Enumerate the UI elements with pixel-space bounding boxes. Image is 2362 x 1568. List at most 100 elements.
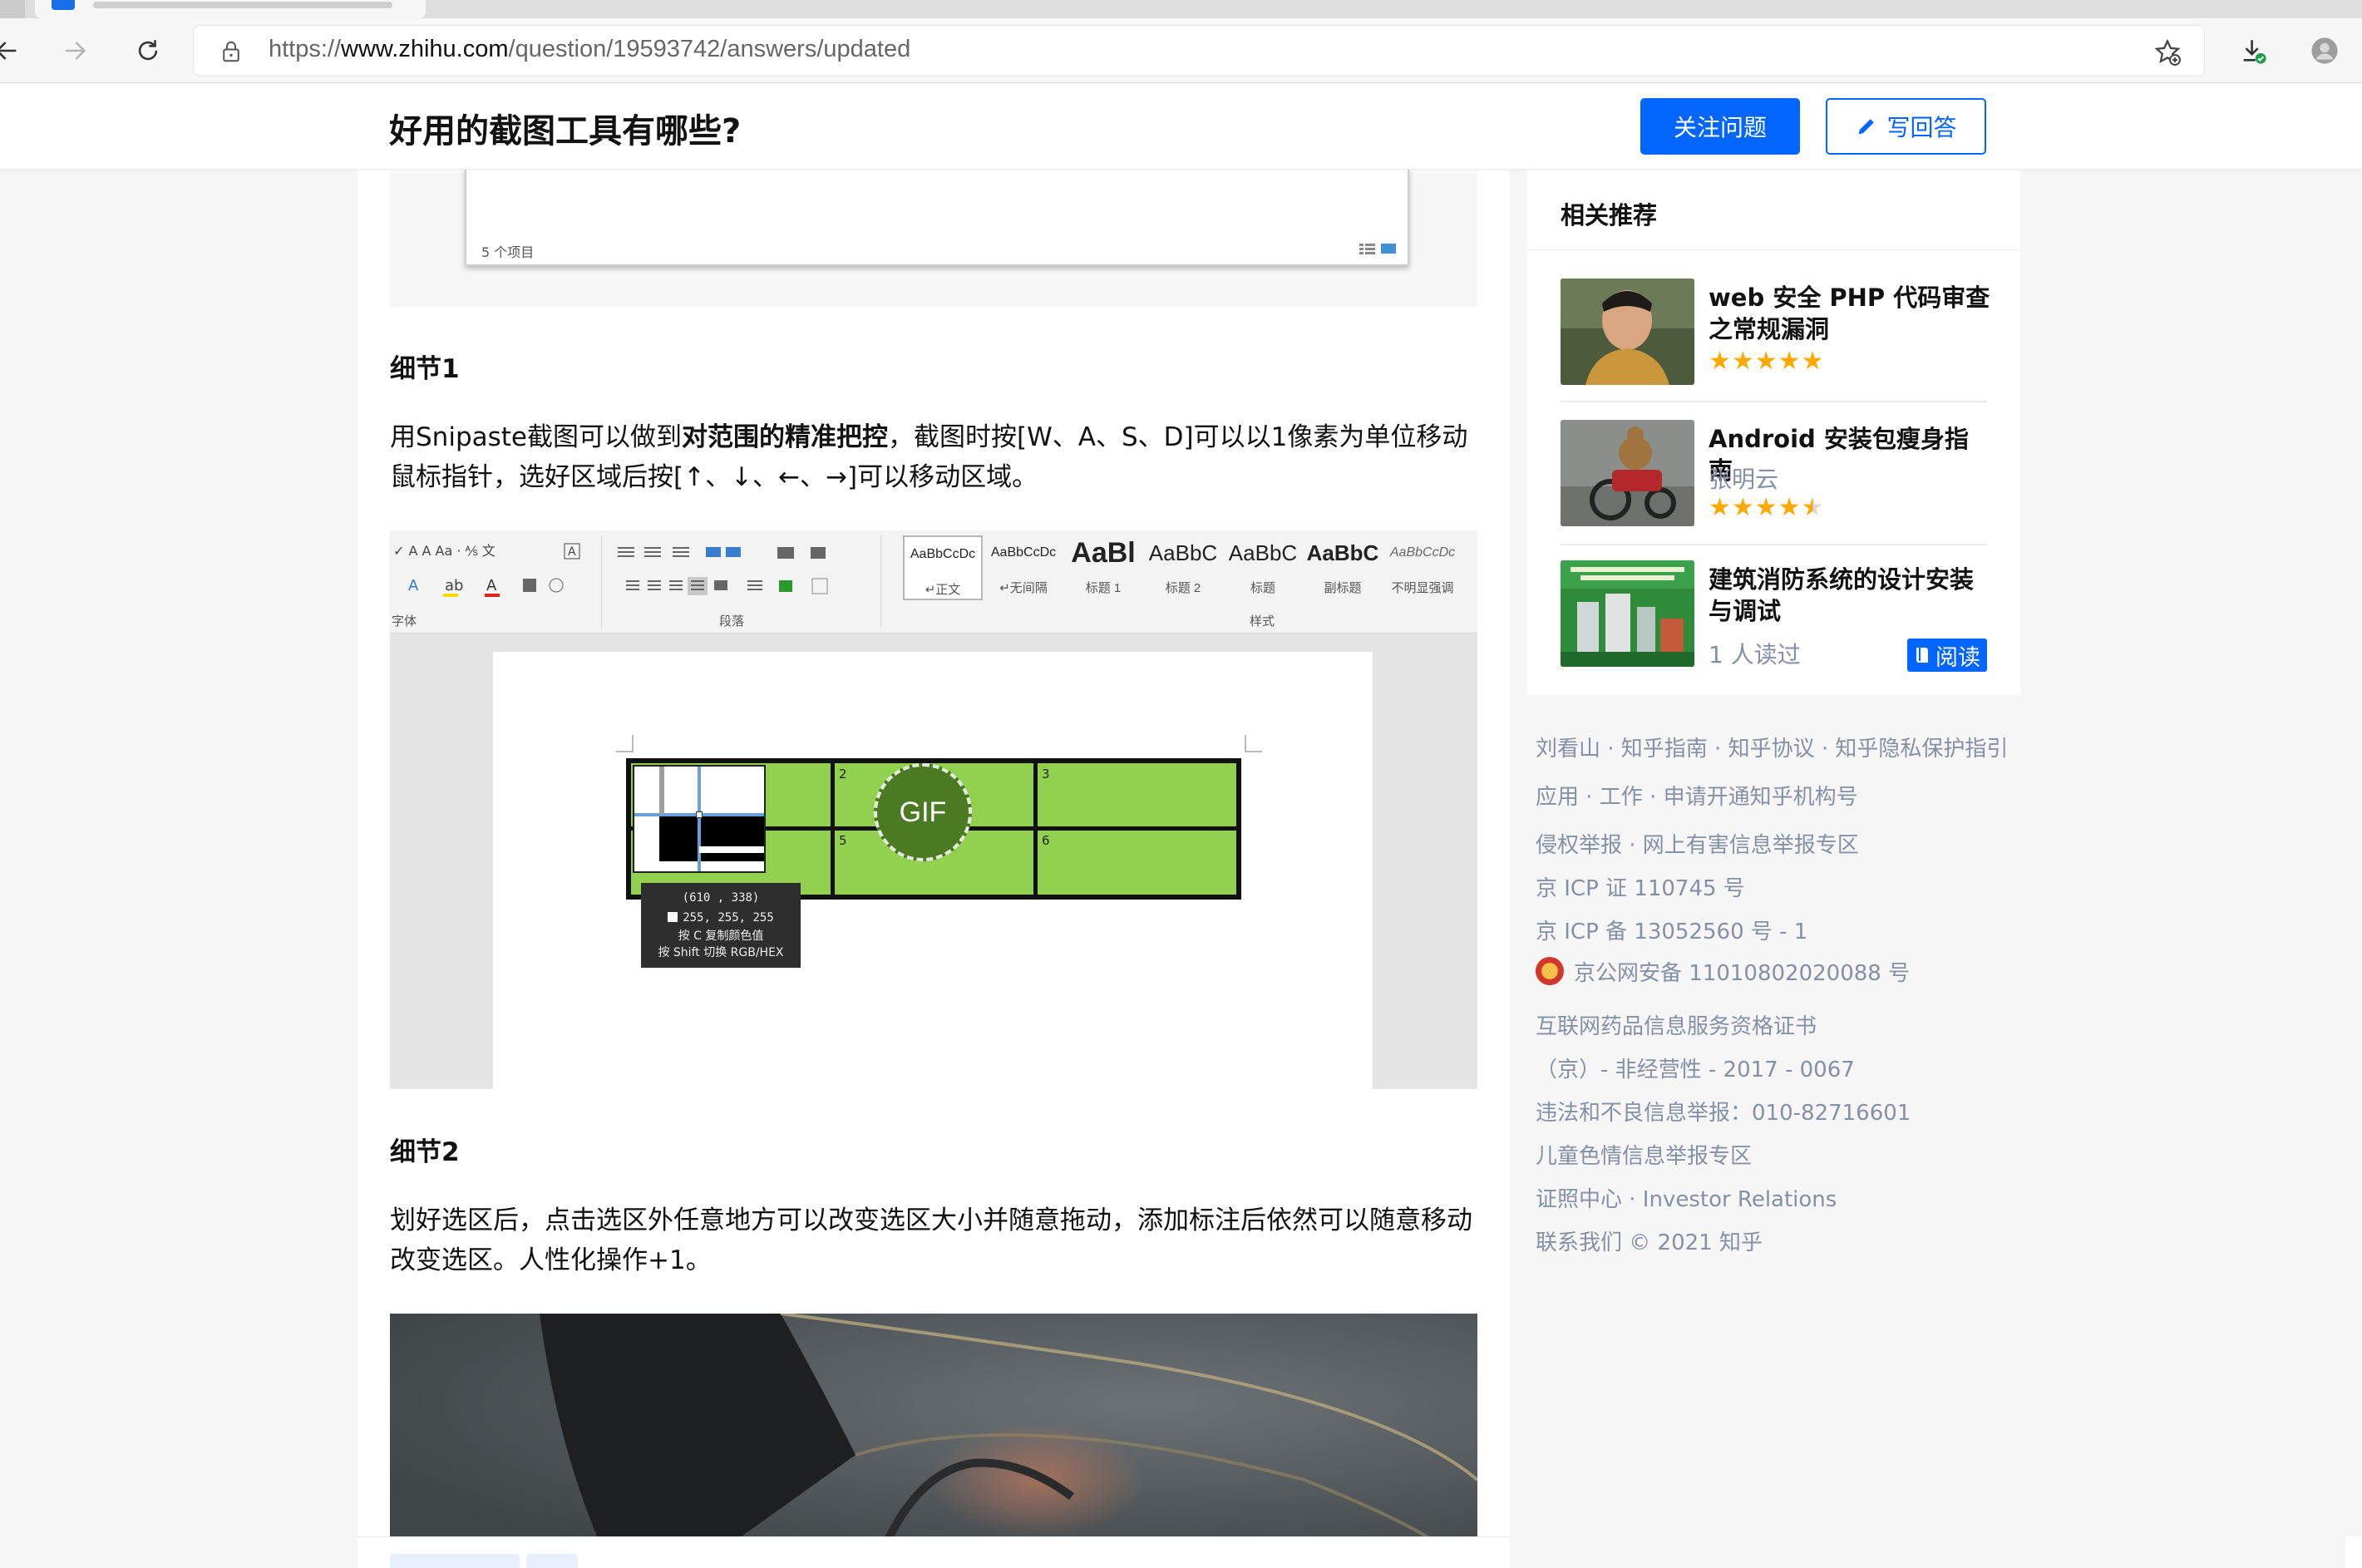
explorer-screenshot[interactable]: 5 个项目: [390, 170, 1477, 308]
margin-corner-mark: [1245, 735, 1262, 752]
scrollbar-corner: [2345, 1536, 2362, 1568]
font-tools-icon: ✓ A A Aa · ⅍ 文 A A ab A: [393, 543, 580, 597]
answer-action-bar: [358, 1536, 1510, 1568]
cursor-coords: (610 , 338): [682, 891, 760, 905]
item-divider: [1561, 544, 1987, 545]
section1-paragraph: 用Snipaste截图可以做到对范围的精准把控，截图时按[W、A、S、D]可以以…: [390, 422, 1468, 492]
icp-record[interactable]: 京 ICP 备 13052560 号 - 1: [1536, 915, 1807, 945]
item-count: 5 个项目: [481, 244, 535, 260]
recommendation-item[interactable]: web 安全 PHP 代码审查之常规漏洞 ★★★★★: [1561, 279, 1990, 387]
style-subtitle[interactable]: AaBbC 副标题: [1303, 535, 1383, 600]
footer-link-row[interactable]: 证照中心 · Investor Relations: [1536, 1182, 1837, 1213]
style-no-spacing[interactable]: AaBbCcDc ↵无间隔: [984, 535, 1063, 600]
write-answer-label: 写回答: [1886, 114, 1957, 141]
forward-arrow-icon: [65, 42, 86, 60]
recommendation-item[interactable]: 建筑消防系统的设计安装与调试 1 人读过 阅读: [1561, 560, 1987, 672]
recommendation-title[interactable]: 建筑消防系统的设计安装与调试: [1709, 564, 1991, 627]
drug-info-certificate[interactable]: 互联网药品信息服务资格证书: [1536, 1009, 1817, 1040]
related-recommendations-card: 相关推荐 web 安全 PHP 代码审查之常规漏洞 ★★★★★ Android …: [1527, 170, 2020, 695]
profile-button[interactable]: [2306, 32, 2343, 69]
view-mode-icon: [1359, 244, 1396, 254]
style-heading2[interactable]: AaBbC 标题 2: [1143, 535, 1223, 600]
zhihu-favicon-icon: [52, 0, 75, 10]
svg-text:A: A: [568, 545, 576, 559]
word-ribbon: ✓ A A Aa · ⅍ 文 A A ab A AaBbCcDc ↵正文 AaB…: [390, 530, 1477, 634]
rgb-value: 255, 255, 255: [641, 908, 801, 928]
heading-divider: [1527, 249, 2020, 250]
avatar-icon: [2311, 37, 2338, 64]
style-heading1[interactable]: AaBl 标题 1: [1063, 535, 1143, 600]
gif-play-badge[interactable]: GIF: [874, 763, 972, 861]
style-title[interactable]: AaBbC 标题: [1223, 535, 1303, 600]
word-snipaste-gif[interactable]: ✓ A A Aa · ⅍ 文 A A ab A AaBbCcDc ↵正文 AaB…: [390, 530, 1477, 1089]
item-divider: [1561, 401, 1987, 402]
follow-question-button[interactable]: 关注问题: [1640, 98, 1800, 155]
recommendation-title[interactable]: web 安全 PHP 代码审查之常规漏洞: [1709, 282, 1991, 345]
svg-text:✓ A A Aa · ⅍ 文: ✓ A A Aa · ⅍ 文: [393, 543, 496, 559]
book-cover-image[interactable]: [1561, 279, 1694, 385]
author-name[interactable]: 张明云: [1709, 461, 1778, 495]
color-picker-tooltip: (610 , 338) 255, 255, 255 按 C 复制颜色值 按 Sh…: [641, 883, 801, 968]
styles-group-label: 样式: [1250, 614, 1275, 629]
color-swatch: [668, 912, 678, 922]
contact-copyright[interactable]: 联系我们 © 2021 知乎: [1536, 1225, 1763, 1256]
lightbulb-photo[interactable]: [390, 1314, 1477, 1538]
download-icon: [2243, 40, 2266, 64]
question-title[interactable]: 好用的截图工具有哪些?: [389, 104, 741, 152]
lightbulb-image: [390, 1314, 1477, 1538]
paragraph-group-label: 段落: [719, 614, 745, 629]
reload-icon: [138, 40, 158, 61]
child-abuse-report[interactable]: 儿童色情信息举报专区: [1536, 1139, 1752, 1170]
section1-heading: 细节1: [390, 354, 460, 384]
rating-stars: ★★★★★: [1709, 493, 1825, 522]
recommendation-item[interactable]: Android 安装包瘦身指南 张明云 ★★★★★: [1561, 420, 1987, 528]
book-cover-image[interactable]: [1561, 420, 1694, 526]
vote-down-button[interactable]: [526, 1554, 578, 1568]
question-sticky-header: 好用的截图工具有哪些? 关注问题 写回答: [0, 84, 2362, 170]
write-answer-button[interactable]: 写回答: [1826, 98, 1986, 155]
explorer-window: 5 个项目: [465, 170, 1409, 266]
snipaste-magnifier: [633, 765, 766, 873]
back-button[interactable]: [0, 32, 25, 69]
svg-text:A: A: [408, 577, 419, 594]
previous-tab[interactable]: [0, 0, 25, 18]
word-page: 1 2 3 4 5 6 GIF (610 , 338) 255, 255, 25…: [493, 652, 1373, 1089]
reader-count: 1 人读过: [1709, 641, 1801, 668]
illegal-info-report[interactable]: 违法和不良信息举报：010-82716601: [1536, 1096, 1911, 1127]
copy-hint: 按 C 复制颜色值: [678, 929, 764, 943]
footer-link-row[interactable]: 侵权举报 · 网上有害信息举报专区: [1536, 828, 1859, 859]
vote-up-button[interactable]: [390, 1554, 520, 1568]
add-favorite-icon[interactable]: [2152, 37, 2182, 67]
paragraph-tools-icon: [618, 547, 828, 595]
svg-text:A: A: [486, 577, 497, 594]
browser-tab-strip: [0, 0, 2362, 18]
style-subtle-emphasis[interactable]: AaBbCcDc 不明显强调: [1383, 535, 1462, 600]
ribbon-separator: [880, 535, 881, 627]
back-arrow-icon: [0, 42, 17, 60]
address-bar[interactable]: https://www.zhihu.com/question/19593742/…: [193, 25, 2205, 76]
icp-license[interactable]: 京 ICP 证 110745 号: [1536, 871, 1745, 902]
font-group-label: 字体: [392, 614, 417, 629]
switch-hint: 按 Shift 切换 RGB/HEX: [658, 946, 784, 959]
non-commercial-license: （京）- 非经营性 - 2017 - 0067: [1536, 1058, 1855, 1082]
browser-toolbar: https://www.zhihu.com/question/19593742/…: [0, 18, 2362, 83]
section2-heading: 细节2: [390, 1137, 460, 1167]
half-star: ★: [1801, 493, 1825, 522]
related-heading: 相关推荐: [1561, 201, 1658, 229]
section2-paragraph: 划好选区后，点击选区外任意地方可以改变选区大小并随意拖动，添加标注后依然可以随意…: [390, 1206, 1472, 1275]
read-button[interactable]: 阅读: [1907, 639, 1987, 672]
public-security-record[interactable]: 京公网安备 11010802020088 号: [1536, 956, 1910, 987]
reload-button[interactable]: [130, 32, 166, 69]
url-text[interactable]: https://www.zhihu.com/question/19593742/…: [269, 36, 910, 63]
downloads-button[interactable]: [2235, 32, 2271, 69]
style-normal[interactable]: AaBbCcDc ↵正文: [903, 535, 983, 600]
ribbon-separator: [601, 535, 602, 627]
book-cover-image[interactable]: [1561, 560, 1694, 667]
footer-link-row[interactable]: 刘看山 · 知乎指南 · 知乎协议 · 知乎隐私保护指引: [1536, 732, 2008, 762]
active-tab[interactable]: [35, 0, 426, 18]
svg-text:ab: ab: [445, 577, 463, 594]
tab-title: [93, 2, 392, 8]
footer-link-row[interactable]: 应用 · 工作 · 申请开通知乎机构号: [1536, 780, 1858, 811]
lock-icon[interactable]: [219, 39, 244, 64]
forward-button[interactable]: [57, 32, 93, 69]
